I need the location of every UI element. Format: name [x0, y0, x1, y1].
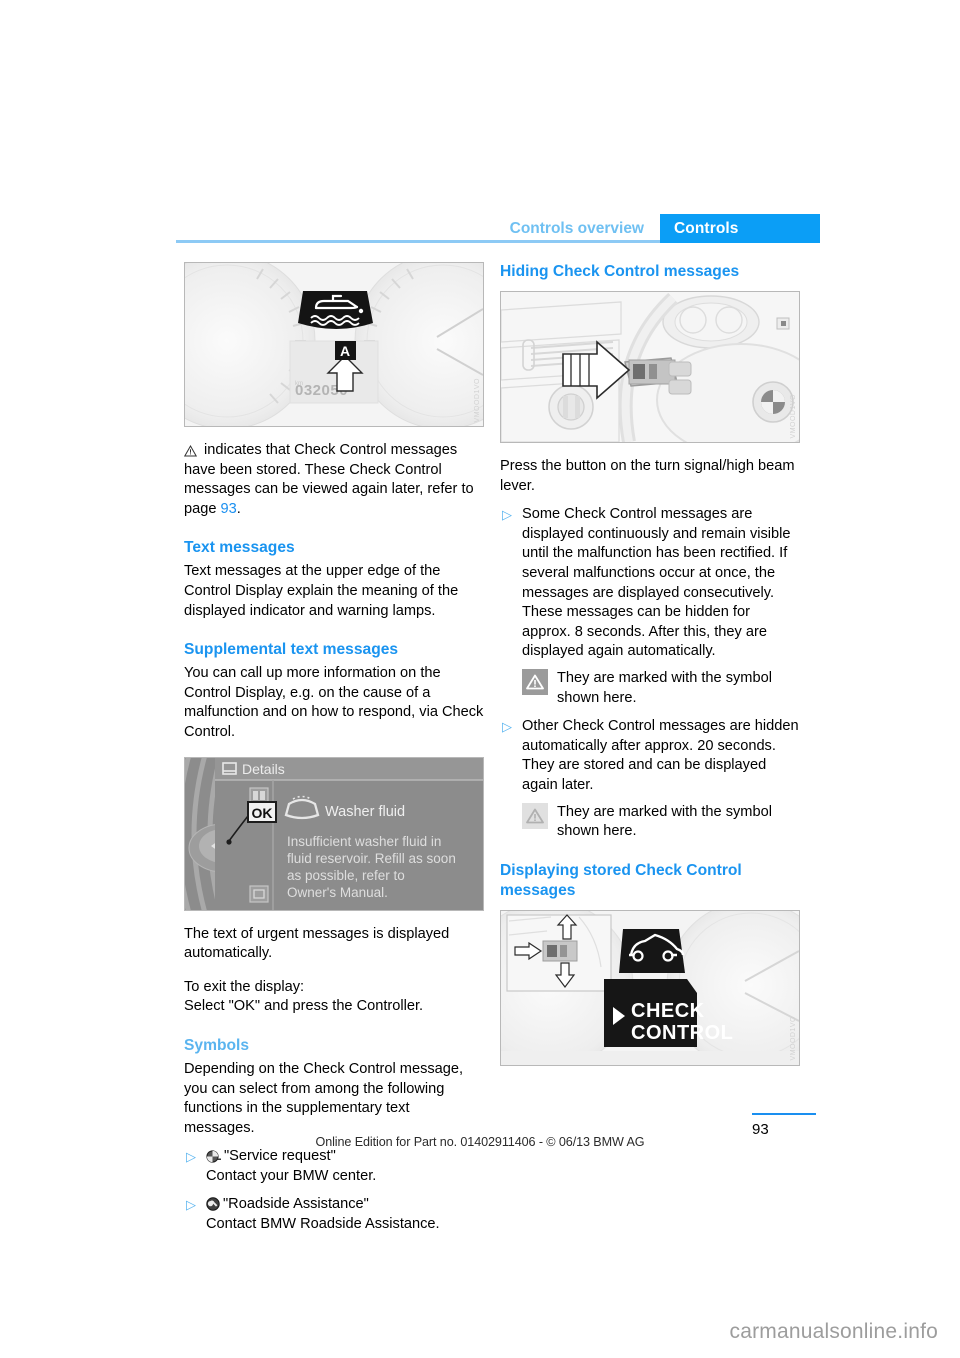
figure-check-control-buttons: CHECK CONTROL VMOOD1VO [500, 909, 800, 1066]
breadcrumb-label: Controls overview [509, 219, 644, 237]
bmw-service-icon [206, 1150, 221, 1163]
figure-control-display: Details OK Washer fluid Insufficient was… [184, 756, 484, 911]
symbol-note-text: They are marked with the symbol shown he… [557, 803, 772, 840]
bullet-body: Other Check Control messages are hidden … [522, 718, 799, 793]
bullet-marker-icon: ▷ [502, 719, 512, 735]
para-urgent-messages: The text of urgent messages is displayed… [184, 925, 450, 962]
right-column: Hiding Check Control messages VMOOD1VO P… [500, 262, 800, 1066]
para-exit-display-line2: Select "OK" and press the Controller. [184, 998, 424, 1015]
check-control-line2: CONTROL [631, 1022, 733, 1044]
bullet-marker-icon: ▷ [186, 1149, 196, 1165]
page-number-rule [752, 1113, 816, 1115]
bullet-marker-icon: ▷ [502, 507, 512, 523]
bullet-body: "Roadside Assistance" Contact BMW Roadsi… [206, 1195, 484, 1234]
turn-signal-lever-illustration [501, 292, 799, 442]
figure-instrument-cluster: 032050 km A VMOOD1VO [184, 262, 484, 427]
bullet-line1: "Service request" [224, 1148, 336, 1165]
para-press-button: Press the button on the turn signal/high… [500, 458, 795, 494]
svg-text:km: km [295, 381, 303, 387]
intro-paragraph: indicates that Check Control messages ha… [184, 441, 484, 519]
heading-hiding-check-control-messages: Hiding Check Control messages [500, 263, 740, 280]
heading-displaying-stored-messages: Displaying stored Check Control messages [500, 861, 742, 899]
heading-symbols: Symbols [184, 1036, 249, 1054]
warning-triangle-icon [184, 445, 197, 457]
list-item: ▷ Other Check Control messages are hidde… [500, 717, 800, 795]
warning-triangle-icon [522, 802, 548, 829]
figure-turn-signal-lever: VMOOD1VO [500, 291, 800, 443]
check-control-illustration: CHECK CONTROL [501, 910, 799, 1065]
control-display-ok-label: OK [252, 805, 273, 821]
footer-edition-note: Online Edition for Part no. 01402911406 … [315, 1135, 645, 1149]
symbol-note: They are marked with the symbol shown he… [522, 668, 800, 708]
control-display-titlebar: Details [242, 761, 285, 777]
breadcrumb: Controls overview [510, 214, 656, 243]
symbol-note: They are marked with the symbol shown he… [522, 802, 800, 842]
bullet-body: "Service request" Contact your BMW cente… [206, 1147, 484, 1186]
symbol-note-text: They are marked with the symbol shown he… [557, 669, 772, 706]
list-item: ▷ "Service request" Contact your BMW cen… [184, 1147, 484, 1186]
warning-triangle-icon [522, 668, 548, 695]
roadside-assistance-icon [206, 1197, 220, 1212]
para-text-messages: Text messages at the upper edge of the C… [184, 563, 459, 619]
tab-controls: Controls [660, 214, 820, 243]
bullet-line2: Contact your BMW center. [206, 1167, 377, 1184]
bullet-marker-icon: ▷ [186, 1197, 196, 1213]
heading-supplemental-text-messages: Supplemental text messages [184, 641, 399, 659]
para-symbols: Depending on the Check Control message, … [184, 1060, 464, 1136]
bullet-body: Some Check Control messages are displaye… [522, 506, 791, 660]
tab-controls-label: Controls [674, 219, 739, 237]
instrument-cluster-illustration: 032050 km A [185, 263, 483, 426]
intro-text-after: . [236, 500, 241, 517]
bullet-line2: Contact BMW Roadside Assistance. [206, 1216, 440, 1233]
control-display-item-title: Washer fluid [325, 804, 405, 820]
bullet-line1: "Roadside Assistance" [223, 1196, 369, 1213]
page-reference-link[interactable]: 93 [221, 501, 237, 517]
list-item: ▷ Some Check Control messages are displa… [500, 505, 800, 662]
para-supplemental-text-messages: You can call up more information on the … [184, 665, 484, 740]
control-display-illustration: Details OK Washer fluid Insufficient was… [185, 757, 483, 910]
page-header: Controls overview Controls [176, 214, 820, 246]
heading-text-messages: Text messages [184, 539, 295, 557]
para-exit-display-line1: To exit the display: [184, 978, 305, 995]
figure-callout-a: A [340, 343, 350, 359]
site-watermark: carmanualsonline.info [729, 1320, 938, 1343]
left-column: 032050 km A VMOOD1VO indicates that Chec… [184, 262, 484, 1235]
list-item: ▷ "Roadside Assistance" Contact BMW Road… [184, 1195, 484, 1234]
document-page: Controls overview Controls 032050 km A V… [0, 0, 960, 1358]
check-control-line1: CHECK [631, 1000, 705, 1022]
